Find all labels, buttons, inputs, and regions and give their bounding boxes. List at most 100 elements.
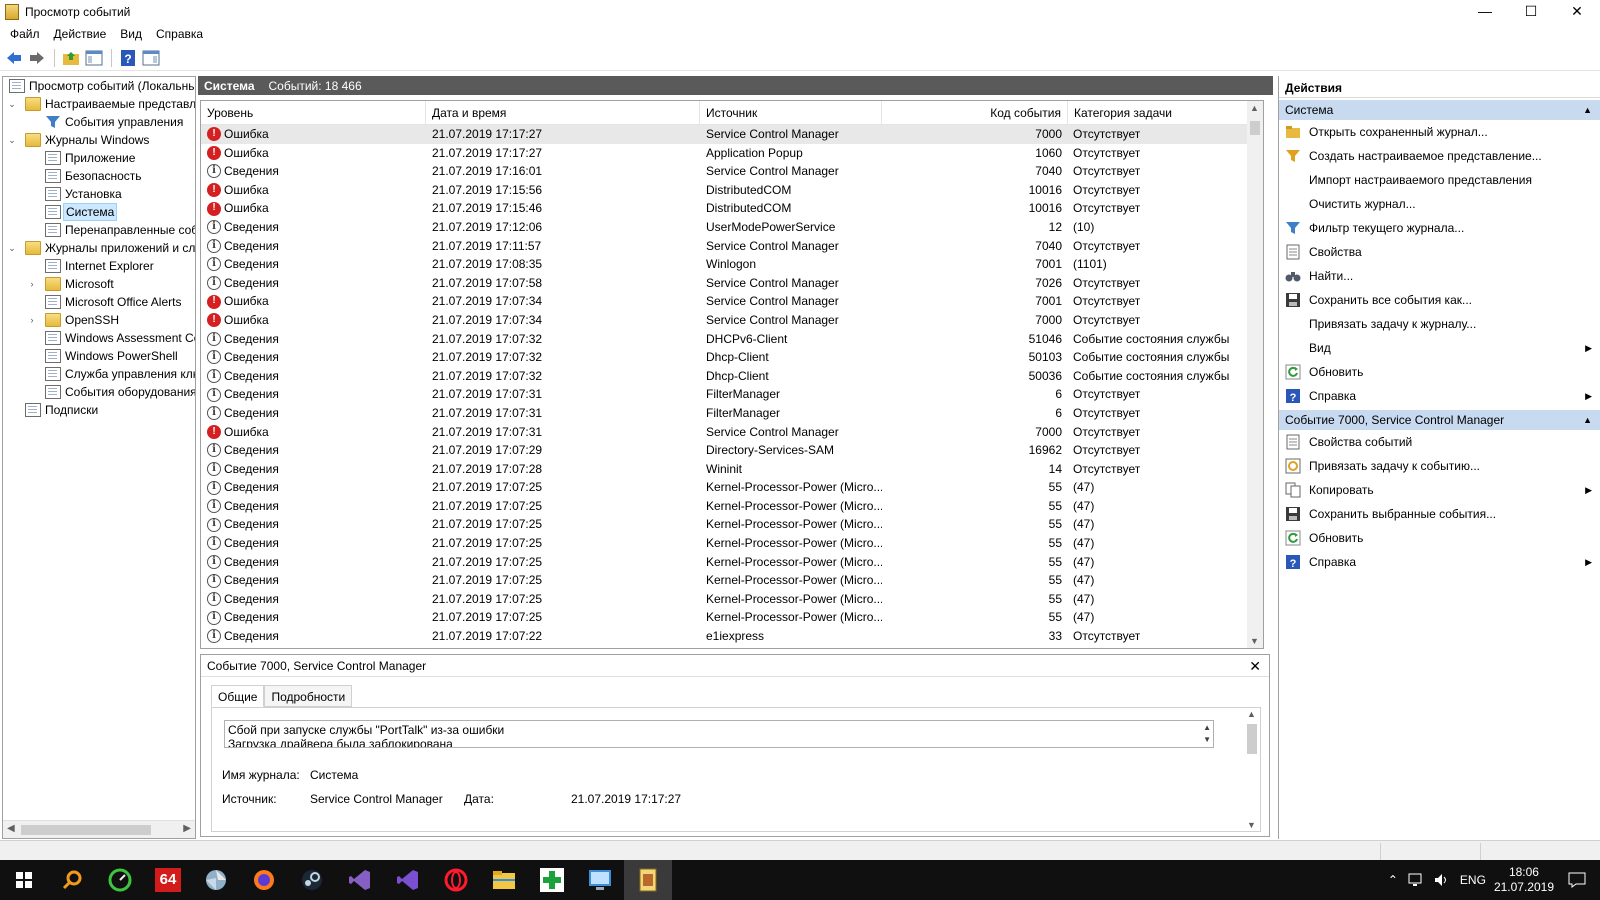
help-button[interactable]: ? [118, 48, 138, 68]
show-hidden-icons-icon[interactable]: ⌃ [1388, 873, 1398, 887]
back-button[interactable] [4, 48, 24, 68]
actions-section-event[interactable]: Событие 7000, Service Control Manager ▲ [1279, 410, 1600, 430]
tree-node[interactable]: Microsoft Office Alerts [3, 293, 195, 311]
volume-icon[interactable] [1434, 873, 1450, 887]
tree-node[interactable]: Безопасность [3, 167, 195, 185]
taskbar-firefox[interactable] [240, 860, 288, 900]
grid-vertical-scrollbar[interactable]: ▲ ▼ [1247, 101, 1263, 648]
column-header-task-category[interactable]: Категория задачи [1068, 101, 1249, 125]
tree-node[interactable]: Windows Assessment Co [3, 329, 195, 347]
collapse-chevron-icon[interactable]: ⌄ [7, 95, 17, 113]
taskbar-event-viewer[interactable] [624, 860, 672, 900]
action-item[interactable]: Очистить журнал... [1279, 192, 1600, 216]
table-row[interactable]: i Сведения 21.07.2019 17:07:25 Kernel-Proce… [201, 608, 1249, 627]
tab-details[interactable]: Подробности [264, 685, 353, 707]
table-row[interactable]: ! Ошибка 21.07.2019 17:15:46 DistributedCOM… [201, 199, 1249, 218]
column-header-source[interactable]: Источник [700, 101, 882, 125]
table-row[interactable]: i Сведения 21.07.2019 17:07:25 Kernel-Proce… [201, 590, 1249, 609]
table-row[interactable]: i Сведения 21.07.2019 17:07:25 Kernel-Proce… [201, 515, 1249, 534]
clock[interactable]: 18:06 21.07.2019 [1494, 865, 1554, 895]
collapse-chevron-icon[interactable]: ⌄ [7, 131, 17, 149]
table-row[interactable]: i Сведения 21.07.2019 17:07:25 Kernel-Proce… [201, 553, 1249, 572]
tree-node[interactable]: ⌄ Настраиваемые представле [3, 95, 195, 113]
expand-chevron-icon[interactable]: › [27, 311, 37, 329]
taskbar-speedometer-app[interactable] [96, 860, 144, 900]
menu-file[interactable]: Файл [3, 27, 47, 41]
table-row[interactable]: i Сведения 21.07.2019 17:07:25 Kernel-Proce… [201, 497, 1249, 516]
tree-node[interactable]: События оборудования [3, 383, 195, 401]
action-item[interactable]: Обновить [1279, 526, 1600, 550]
scroll-up-icon[interactable]: ▲ [1250, 103, 1259, 113]
notifications-icon[interactable] [1568, 872, 1586, 888]
action-item[interactable]: Создать настраиваемое представление... [1279, 144, 1600, 168]
scroll-thumb[interactable] [21, 825, 151, 835]
table-row[interactable]: i Сведения 21.07.2019 17:07:22 e1iexpress 33… [201, 627, 1249, 646]
table-row[interactable]: i Сведения 21.07.2019 17:07:58 Service Cont… [201, 274, 1249, 293]
network-icon[interactable] [1408, 873, 1426, 887]
table-row[interactable]: i Сведения 21.07.2019 17:07:31 FilterManage… [201, 404, 1249, 423]
action-item[interactable]: Фильтр текущего журнала... [1279, 216, 1600, 240]
scroll-up-icon[interactable]: ▲ [1247, 709, 1256, 719]
tree-node[interactable]: Windows PowerShell [3, 347, 195, 365]
show-hide-action-pane-button[interactable] [141, 48, 161, 68]
table-row[interactable]: i Сведения 21.07.2019 17:16:01 Service Cont… [201, 162, 1249, 181]
column-header-event-id[interactable]: Код события [882, 101, 1068, 125]
start-button[interactable] [0, 860, 48, 900]
action-item[interactable]: Открыть сохраненный журнал... [1279, 120, 1600, 144]
taskbar-steam[interactable] [288, 860, 336, 900]
table-row[interactable]: ! Ошибка 21.07.2019 17:07:34 Service Contro… [201, 311, 1249, 330]
taskbar-file-explorer[interactable] [480, 860, 528, 900]
action-item[interactable]: Обновить [1279, 360, 1600, 384]
expand-chevron-icon[interactable]: › [27, 275, 37, 293]
action-item[interactable]: Вид ▶ [1279, 336, 1600, 360]
table-row[interactable]: ! Ошибка 21.07.2019 17:15:56 DistributedCOM… [201, 181, 1249, 200]
close-details-icon[interactable]: ✕ [1249, 655, 1261, 677]
tree-node[interactable]: Перенаправленные соб [3, 221, 195, 239]
taskbar-pinwheel-app[interactable] [192, 860, 240, 900]
actions-section-system[interactable]: Система ▲ [1279, 100, 1600, 120]
taskbar-search[interactable] [48, 860, 96, 900]
table-row[interactable]: i Сведения 21.07.2019 17:08:35 Winlogon 7001… [201, 255, 1249, 274]
scroll-down-icon[interactable]: ▼ [1250, 636, 1259, 646]
tree-node[interactable]: Установка [3, 185, 195, 203]
tree-horizontal-scrollbar[interactable]: ◀ ▶ [3, 820, 195, 838]
up-folder-button[interactable] [61, 48, 81, 68]
action-item[interactable]: Импорт настраиваемого представления [1279, 168, 1600, 192]
tree-node[interactable]: Система [3, 203, 195, 221]
tree-node[interactable]: Просмотр событий (Локальнь [3, 77, 195, 95]
collapse-icon[interactable]: ▲ [1583, 100, 1592, 120]
scroll-right-icon[interactable]: ▶ [183, 823, 191, 834]
table-row[interactable]: i Сведения 21.07.2019 17:07:25 Kernel-Proce… [201, 571, 1249, 590]
action-item[interactable]: Привязать задачу к событию... [1279, 454, 1600, 478]
action-item[interactable]: Найти... [1279, 264, 1600, 288]
event-message-box[interactable]: Сбой при запуске службы "PortTalk" из-за… [224, 720, 1214, 748]
action-item[interactable]: Свойства событий [1279, 430, 1600, 454]
taskbar-aida64[interactable]: 64 [144, 860, 192, 900]
message-scroll-arrows-icon[interactable]: ▲ ▼ [1203, 722, 1211, 746]
tree-node[interactable]: ⌄ Журналы Windows [3, 131, 195, 149]
table-row[interactable]: i Сведения 21.07.2019 17:07:25 Kernel-Proce… [201, 534, 1249, 553]
maximize-button[interactable]: ☐ [1508, 0, 1554, 24]
details-vertical-scrollbar[interactable]: ▲ ▼ [1244, 708, 1260, 831]
close-button[interactable]: ✕ [1554, 0, 1600, 24]
column-header-datetime[interactable]: Дата и время [426, 101, 700, 125]
action-item[interactable]: Свойства [1279, 240, 1600, 264]
collapse-icon[interactable]: ▲ [1583, 410, 1592, 430]
taskbar-visual-studio-2[interactable] [336, 860, 384, 900]
table-row[interactable]: ! Ошибка 21.07.2019 17:07:31 Service Contro… [201, 423, 1249, 442]
table-row[interactable]: i Сведения 21.07.2019 17:07:28 Wininit 14 Отс… [201, 460, 1249, 479]
scroll-thumb[interactable] [1250, 121, 1260, 135]
menu-help[interactable]: Справка [149, 27, 210, 41]
table-row[interactable]: i Сведения 21.07.2019 17:07:32 DHCPv6-Clien… [201, 330, 1249, 349]
tab-general[interactable]: Общие [211, 685, 265, 707]
scroll-down-icon[interactable]: ▼ [1247, 820, 1256, 830]
tree-node[interactable]: Internet Explorer [3, 257, 195, 275]
tree-node[interactable]: События управления [3, 113, 195, 131]
tree-node[interactable]: › OpenSSH [3, 311, 195, 329]
tree-node[interactable]: Приложение [3, 149, 195, 167]
tree-node[interactable]: › Microsoft [3, 275, 195, 293]
action-item[interactable]: Копировать ▶ [1279, 478, 1600, 502]
collapse-chevron-icon[interactable]: ⌄ [7, 239, 17, 257]
taskbar-medical-app[interactable] [528, 860, 576, 900]
scroll-thumb[interactable] [1247, 724, 1257, 754]
